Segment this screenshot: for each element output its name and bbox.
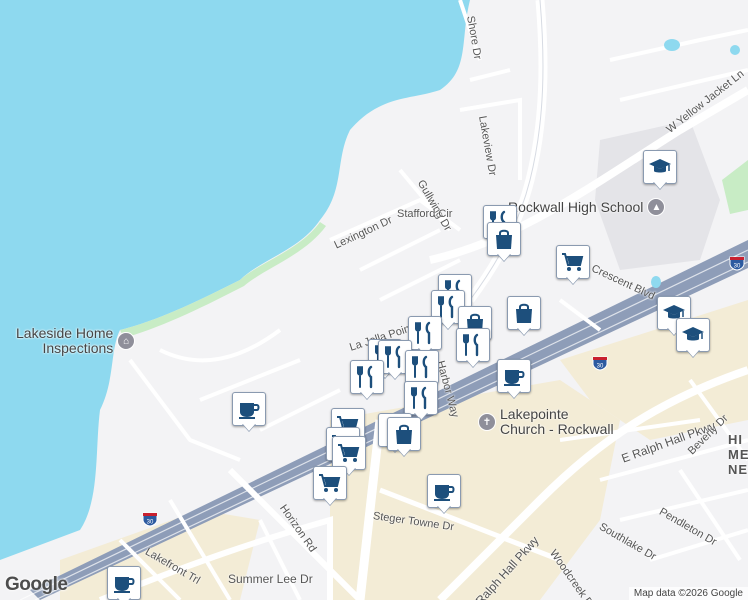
map-pin-school[interactable] bbox=[643, 150, 679, 190]
map-pin-cafe[interactable] bbox=[107, 566, 143, 600]
place-lakeside-home-inspections[interactable]: Lakeside Home Inspections ⌂ bbox=[16, 325, 136, 356]
pin-box bbox=[404, 381, 438, 415]
fork-knife-icon bbox=[384, 345, 401, 369]
interstate-30-shield: 30 bbox=[142, 512, 158, 527]
neighborhood-label: HI ME NEIGH bbox=[728, 432, 748, 477]
pin-box bbox=[676, 318, 710, 352]
pin-tail bbox=[497, 253, 511, 261]
map-pin-restaurant[interactable] bbox=[456, 328, 492, 368]
pin-box bbox=[350, 360, 384, 394]
pin-box bbox=[556, 245, 590, 279]
fork-knife-icon bbox=[414, 321, 431, 345]
pin-box bbox=[332, 436, 366, 470]
map-pin-grocery[interactable] bbox=[556, 245, 592, 285]
graduation-cap-icon bbox=[681, 326, 705, 342]
fork-knife-icon bbox=[356, 365, 373, 389]
place-label: Lakepointe Church - Rockwall bbox=[500, 406, 614, 437]
place-label: Lakeside Home Inspections bbox=[16, 325, 114, 356]
shopping-cart-icon bbox=[318, 474, 340, 493]
coffee-cup-icon bbox=[433, 484, 455, 501]
place-label: Rockwall High School bbox=[508, 198, 644, 215]
fork-knife-icon bbox=[410, 386, 427, 410]
coffee-cup-icon bbox=[503, 369, 525, 386]
pin-box bbox=[643, 150, 677, 184]
school-icon: ▲ bbox=[647, 198, 666, 216]
shopping-bag-icon bbox=[495, 229, 513, 250]
pin-tail bbox=[360, 391, 374, 399]
pin-tail bbox=[507, 390, 521, 398]
pin-tail bbox=[686, 349, 700, 357]
shopping-cart-icon bbox=[337, 444, 359, 463]
pin-box bbox=[107, 566, 141, 600]
map-pin-cafe[interactable] bbox=[497, 359, 533, 399]
pin-tail bbox=[397, 448, 411, 456]
fork-knife-icon bbox=[462, 333, 479, 357]
svg-text:30: 30 bbox=[597, 364, 604, 370]
coffee-cup-icon bbox=[238, 402, 260, 419]
pin-tail bbox=[437, 505, 451, 513]
pin-box bbox=[497, 359, 531, 393]
map-pin-shopping[interactable] bbox=[387, 417, 423, 457]
street-label: Stafford Cir bbox=[397, 208, 453, 220]
pin-box bbox=[387, 417, 421, 451]
place-rockwall-high-school[interactable]: Rockwall High School ▲ bbox=[508, 198, 666, 216]
pin-box bbox=[427, 474, 461, 508]
pin-box bbox=[507, 296, 541, 330]
church-icon: ✝ bbox=[478, 413, 496, 431]
shopping-cart-icon bbox=[561, 253, 583, 272]
svg-text:30: 30 bbox=[147, 520, 154, 526]
pin-tail bbox=[653, 181, 667, 189]
shopping-bag-icon bbox=[395, 424, 413, 445]
graduation-cap-icon bbox=[648, 158, 672, 174]
map-pin-shopping[interactable] bbox=[507, 296, 543, 336]
map-pin-cafe[interactable] bbox=[427, 474, 463, 514]
map-attribution[interactable]: Map data ©2026 Google bbox=[628, 587, 748, 600]
place-lakepointe-church[interactable]: ✝ Lakepointe Church - Rockwall bbox=[478, 407, 614, 437]
pin-tail bbox=[388, 371, 402, 379]
svg-text:30: 30 bbox=[734, 264, 741, 270]
pin-tail bbox=[466, 359, 480, 367]
google-logo: Google bbox=[5, 574, 68, 595]
map-pin-cafe[interactable] bbox=[232, 392, 268, 432]
street-label: Summer Lee Dr bbox=[228, 572, 313, 586]
fork-knife-icon bbox=[411, 355, 428, 379]
map-pin-shopping[interactable] bbox=[487, 222, 523, 262]
map-pin-grocery[interactable] bbox=[313, 466, 349, 506]
shopping-bag-icon bbox=[515, 303, 533, 324]
map-pin-restaurant[interactable] bbox=[350, 360, 386, 400]
pin-box bbox=[232, 392, 266, 426]
pin-box bbox=[456, 328, 490, 362]
interstate-30-shield: 30 bbox=[729, 256, 745, 271]
pin-tail bbox=[242, 423, 256, 431]
pin-box bbox=[405, 350, 439, 384]
pin-tail bbox=[517, 327, 531, 335]
map-canvas[interactable]: 30 30 30 Shore Dr Lakeview Dr Gullwing D… bbox=[0, 0, 748, 600]
home-services-icon: ⌂ bbox=[117, 332, 136, 350]
pin-tail bbox=[566, 276, 580, 284]
coffee-cup-icon bbox=[113, 576, 135, 593]
pin-box bbox=[313, 466, 347, 500]
interstate-30-shield: 30 bbox=[592, 356, 608, 371]
map-pin-school[interactable] bbox=[676, 318, 712, 358]
pin-tail bbox=[323, 497, 337, 505]
pin-box bbox=[487, 222, 521, 256]
